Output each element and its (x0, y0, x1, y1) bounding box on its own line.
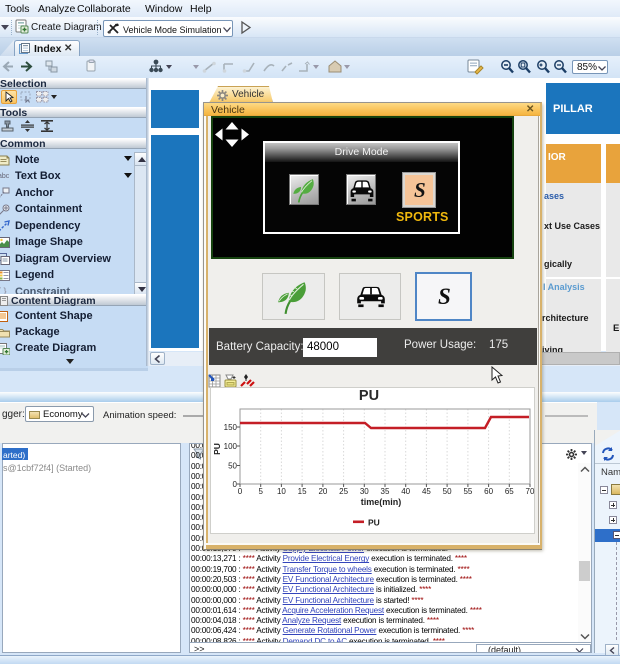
svg-text:50: 50 (443, 487, 452, 496)
svg-text:PU: PU (368, 518, 380, 528)
svg-text:70: 70 (526, 487, 535, 496)
svg-text:5: 5 (258, 487, 263, 496)
svg-text:50: 50 (228, 462, 237, 471)
svg-text:150: 150 (224, 423, 238, 432)
svg-text:10: 10 (277, 487, 286, 496)
svg-text:40: 40 (401, 487, 410, 496)
svg-text:15: 15 (298, 487, 307, 496)
svg-text:35: 35 (381, 487, 390, 496)
svg-text:100: 100 (224, 442, 238, 451)
svg-text:55: 55 (463, 487, 472, 496)
svg-text:60: 60 (484, 487, 493, 496)
svg-text:20: 20 (318, 487, 327, 496)
svg-text:45: 45 (422, 487, 431, 496)
svg-text:PU: PU (212, 443, 222, 455)
svg-text:65: 65 (505, 487, 514, 496)
svg-text:0: 0 (238, 487, 243, 496)
svg-text:25: 25 (339, 487, 348, 496)
svg-text:30: 30 (360, 487, 369, 496)
svg-text:time(min): time(min) (361, 497, 402, 507)
